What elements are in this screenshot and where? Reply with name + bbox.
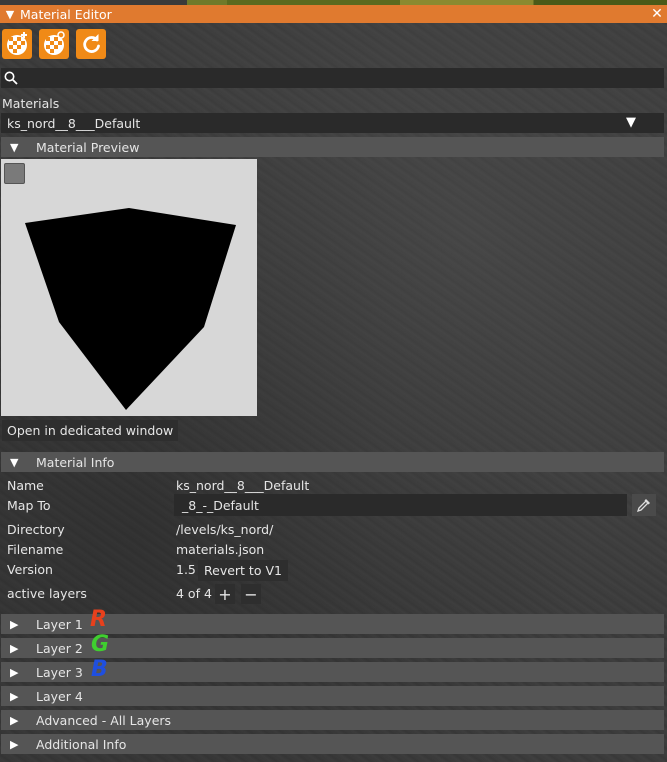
mapto-value: _8_-_Default: [182, 497, 259, 513]
annotation-g: G: [91, 632, 110, 657]
section-material-preview[interactable]: ▼ Material Preview: [1, 137, 664, 157]
window-title: Material Editor: [20, 6, 112, 22]
annotation-b: B: [91, 657, 108, 682]
material-editor-panel: Materials ks_nord__8___Default ▼ ▼ Mater…: [0, 23, 667, 762]
material-preview-viewport[interactable]: [1, 159, 257, 416]
add-material-button[interactable]: [2, 29, 32, 59]
materials-selected-value: ks_nord__8___Default: [7, 115, 141, 131]
section-title: Layer 2: [36, 640, 83, 656]
remove-layer-button[interactable]: −: [241, 584, 261, 604]
section-title: Layer 1: [36, 616, 83, 632]
section-title: Advanced - All Layers: [36, 712, 172, 728]
materials-label: Materials: [2, 96, 60, 111]
refresh-icon: [83, 34, 100, 53]
open-dedicated-window-button[interactable]: Open in dedicated window: [2, 420, 179, 441]
add-layer-button[interactable]: +: [215, 584, 235, 604]
expanded-triangle-icon: ▼: [10, 455, 19, 469]
section-advanced-all-layers[interactable]: ▶ Advanced - All Layers: [1, 710, 664, 730]
clone-material-icon: [44, 31, 65, 55]
active-layers-label: active layers: [7, 585, 87, 601]
collapsed-triangle-icon: ▶: [10, 617, 19, 631]
section-title: Additional Info: [36, 736, 127, 752]
filename-label: Filename: [7, 541, 64, 557]
search-input[interactable]: [22, 71, 664, 85]
version-label: Version: [7, 561, 53, 577]
preview-mesh-shape: [25, 208, 236, 410]
section-additional-info[interactable]: ▶ Additional Info: [1, 734, 664, 754]
collapsed-triangle-icon: ▶: [10, 665, 19, 679]
section-material-info[interactable]: ▼ Material Info: [1, 452, 664, 472]
materials-dropdown[interactable]: ks_nord__8___Default ▼: [1, 113, 664, 133]
section-title: Layer 4: [36, 688, 83, 704]
search-field[interactable]: [1, 68, 664, 88]
expanded-triangle-icon: ▼: [10, 140, 19, 154]
add-material-icon: [7, 32, 27, 55]
section-title: Material Preview: [36, 139, 140, 155]
window-titlebar[interactable]: ▼ Material Editor ✕: [0, 5, 667, 23]
eyedropper-button[interactable]: [632, 494, 656, 516]
annotation-r: R: [90, 607, 107, 632]
version-value: 1.5: [176, 561, 196, 577]
section-title: Material Info: [36, 454, 115, 470]
mapto-label: Map To: [7, 497, 51, 513]
collapsed-triangle-icon: ▶: [10, 737, 19, 751]
section-layer-4[interactable]: ▶ Layer 4: [1, 686, 664, 706]
clone-material-button[interactable]: [39, 29, 69, 59]
directory-label: Directory: [7, 521, 65, 537]
filename-value: materials.json: [176, 541, 265, 557]
name-label: Name: [7, 477, 44, 493]
name-value: ks_nord__8___Default: [176, 477, 310, 493]
active-layers-value: 4 of 4: [176, 585, 212, 601]
search-icon: [4, 71, 18, 85]
section-title: Layer 3: [36, 664, 83, 680]
collapsed-triangle-icon: ▶: [10, 689, 19, 703]
directory-value: /levels/ks_nord/: [176, 521, 274, 537]
mapto-input[interactable]: _8_-_Default: [174, 494, 627, 516]
toolbar: [2, 29, 106, 59]
collapse-arrow-icon[interactable]: ▼: [0, 8, 20, 21]
close-icon[interactable]: ✕: [647, 6, 667, 22]
refresh-button[interactable]: [76, 29, 106, 59]
collapsed-triangle-icon: ▶: [10, 641, 19, 655]
revert-to-v1-button[interactable]: Revert to V1: [198, 560, 288, 581]
eyedropper-icon: [636, 499, 650, 513]
collapsed-triangle-icon: ▶: [10, 713, 19, 727]
dropdown-caret-icon[interactable]: ▼: [626, 115, 636, 130]
